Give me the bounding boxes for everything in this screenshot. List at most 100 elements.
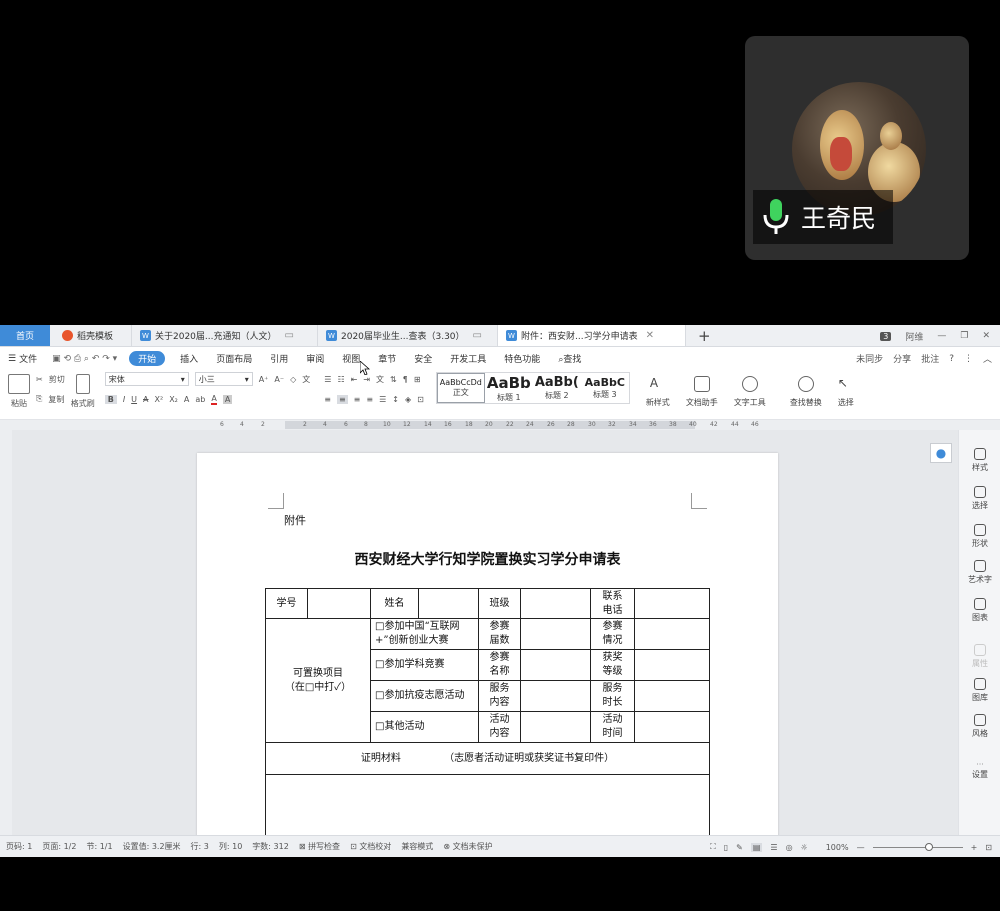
cell-proof-attachment-area[interactable]: [265, 774, 710, 835]
superscript-icon[interactable]: X²: [155, 395, 164, 404]
horizontal-ruler[interactable]: 6 4 2 2 4 6 8 10 12 14 16 18 20 22 24 26…: [0, 420, 1000, 430]
find-replace-button[interactable]: 查找替换: [790, 372, 822, 408]
status-position[interactable]: 设置值: 3.2厘米: [123, 841, 181, 852]
char-shading-icon[interactable]: A: [222, 394, 233, 404]
style-heading-2[interactable]: AaBb(标题 2: [533, 373, 581, 403]
bold-icon[interactable]: B: [104, 394, 117, 404]
document-page[interactable]: 附件 西安财经大学行知学院置换实习学分申请表 学号 姓名 班级 联系 电话 可置…: [197, 453, 778, 835]
menu-file[interactable]: 文件: [19, 352, 46, 365]
fit-window-icon[interactable]: ⊡: [985, 843, 992, 852]
chinese-layout-icon[interactable]: 文: [376, 374, 384, 385]
doc-helper-button[interactable]: 文档助手: [686, 372, 718, 408]
outline-view-icon[interactable]: ☰: [770, 843, 777, 852]
shading-icon[interactable]: ◈: [405, 395, 411, 404]
menu-features[interactable]: 特色功能: [495, 352, 549, 365]
cell-value[interactable]: [634, 649, 710, 681]
restore-icon[interactable]: ❐: [960, 331, 968, 341]
window-count-badge[interactable]: 3: [880, 331, 892, 341]
cell-value[interactable]: [520, 618, 591, 650]
fullscreen-icon[interactable]: ⛶: [710, 842, 716, 852]
quick-access-toolbar-icons[interactable]: ▣ ⟲ ⎙ ⌕ ↶ ↷ ▾: [52, 354, 117, 364]
status-word-count[interactable]: 字数: 312: [252, 841, 289, 852]
status-proofread[interactable]: ⊡ 文档校对: [350, 841, 391, 852]
decrease-indent-icon[interactable]: ⇤: [351, 375, 358, 384]
select-button[interactable]: ↖ 选择: [838, 372, 854, 408]
vertical-ruler[interactable]: [0, 430, 12, 835]
panel-wordart[interactable]: 艺术字: [959, 560, 1000, 585]
tab-comment-icon[interactable]: ▭: [285, 330, 294, 341]
cell-item-other[interactable]: □其他活动: [370, 711, 479, 743]
menu-start[interactable]: 开始: [129, 351, 166, 366]
paste-button[interactable]: 粘贴: [8, 372, 30, 409]
border-icon[interactable]: ⊡: [417, 395, 424, 404]
cell-student-id-value[interactable]: [307, 588, 371, 619]
page-view-icon[interactable]: ▤: [750, 842, 763, 852]
panel-chart[interactable]: 图表: [959, 598, 1000, 623]
italic-icon[interactable]: I: [123, 395, 125, 404]
menu-search[interactable]: ⌕查找: [549, 352, 590, 365]
close-tab-icon[interactable]: ✕: [646, 330, 654, 341]
zoom-slider-knob[interactable]: [924, 842, 933, 851]
cell-value[interactable]: [520, 711, 591, 743]
font-size-select[interactable]: 小三 ▾: [194, 372, 253, 386]
copy-button[interactable]: 复制: [48, 394, 64, 405]
comment-button[interactable]: 批注: [921, 352, 939, 365]
font-name-select[interactable]: 宋体 ▾: [104, 372, 189, 386]
status-compat-mode[interactable]: 兼容模式: [401, 841, 433, 852]
subscript-icon[interactable]: X₂: [169, 395, 178, 404]
cell-class-value[interactable]: [520, 588, 591, 619]
text-effect-icon[interactable]: A: [184, 395, 189, 404]
numbered-list-icon[interactable]: ☷: [337, 375, 344, 384]
menu-page-layout[interactable]: 页面布局: [207, 352, 261, 365]
font-grow-icon[interactable]: A⁺: [259, 375, 269, 384]
tab-comment-icon[interactable]: ▭: [473, 330, 482, 341]
close-window-icon[interactable]: ✕: [982, 331, 990, 341]
zoom-out-icon[interactable]: —: [857, 843, 865, 852]
zoom-slider[interactable]: [872, 842, 963, 851]
cut-button[interactable]: 剪切: [49, 374, 65, 385]
menu-section[interactable]: 章节: [369, 352, 405, 365]
format-painter-button[interactable]: 格式刷: [71, 372, 95, 409]
strikethrough-icon[interactable]: A: [143, 395, 148, 404]
sort-icon[interactable]: ⇅: [390, 375, 397, 384]
status-spellcheck[interactable]: ⊠ 拼写检查: [299, 841, 340, 852]
panel-select[interactable]: 选择: [959, 486, 1000, 511]
sync-status[interactable]: 未同步: [856, 352, 883, 365]
tab-notice-doc[interactable]: W 关于2020届...充通知（人文） ▭: [132, 325, 318, 346]
table-icon[interactable]: ⊞: [414, 375, 421, 384]
share-button[interactable]: 分享: [893, 352, 911, 365]
help-icon[interactable]: ?: [949, 354, 954, 364]
bullet-list-icon[interactable]: ☰: [324, 375, 331, 384]
menu-security[interactable]: 安全: [405, 352, 441, 365]
style-heading-1[interactable]: AaBb 标题 1: [485, 373, 533, 403]
cell-value[interactable]: [634, 680, 710, 712]
application-form-table[interactable]: 学号 姓名 班级 联系 电话 可置换项目 （在□中打✓） □参加中国“互联网+”…: [265, 588, 710, 835]
cell-item-internet-plus[interactable]: □参加中国“互联网+”创新创业大赛: [370, 618, 479, 650]
cell-value[interactable]: [634, 618, 710, 650]
collapse-ribbon-icon[interactable]: ︿: [983, 352, 992, 365]
distribute-icon[interactable]: ☰: [379, 395, 386, 404]
clear-format-icon[interactable]: ◇: [290, 375, 296, 384]
panel-gallery[interactable]: 图库: [959, 678, 1000, 703]
cell-value[interactable]: [634, 711, 710, 743]
web-view-icon[interactable]: ◎: [786, 843, 793, 852]
line-spacing-icon[interactable]: ↕: [392, 395, 399, 404]
tab-active-application-form[interactable]: W 附件：西安财...习学分申请表 ✕: [498, 325, 686, 346]
tab-survey-doc[interactable]: W 2020届毕业生...查表（3.30） ▭: [318, 325, 498, 346]
participant-video-tile[interactable]: 王奇民: [745, 36, 969, 260]
panel-styles[interactable]: 样式: [959, 448, 1000, 473]
menu-insert[interactable]: 插入: [171, 352, 207, 365]
cell-name-value[interactable]: [418, 588, 479, 619]
cell-value[interactable]: [520, 649, 591, 681]
font-shrink-icon[interactable]: A⁻: [274, 375, 284, 384]
style-normal[interactable]: AaBbCcDd 正文: [436, 373, 485, 403]
increase-indent-icon[interactable]: ⇥: [363, 375, 370, 384]
highlight-icon[interactable]: ab: [195, 395, 205, 404]
status-page-number[interactable]: 页码: 1: [6, 841, 32, 852]
underline-icon[interactable]: U: [131, 395, 137, 404]
eye-protect-icon[interactable]: ☼: [801, 843, 808, 852]
align-left-icon[interactable]: ≡: [324, 395, 331, 404]
style-heading-3[interactable]: AaBbC 标题 3: [581, 373, 629, 403]
text-tools-button[interactable]: 文字工具: [734, 372, 766, 408]
pen-icon[interactable]: ✎: [736, 843, 743, 852]
